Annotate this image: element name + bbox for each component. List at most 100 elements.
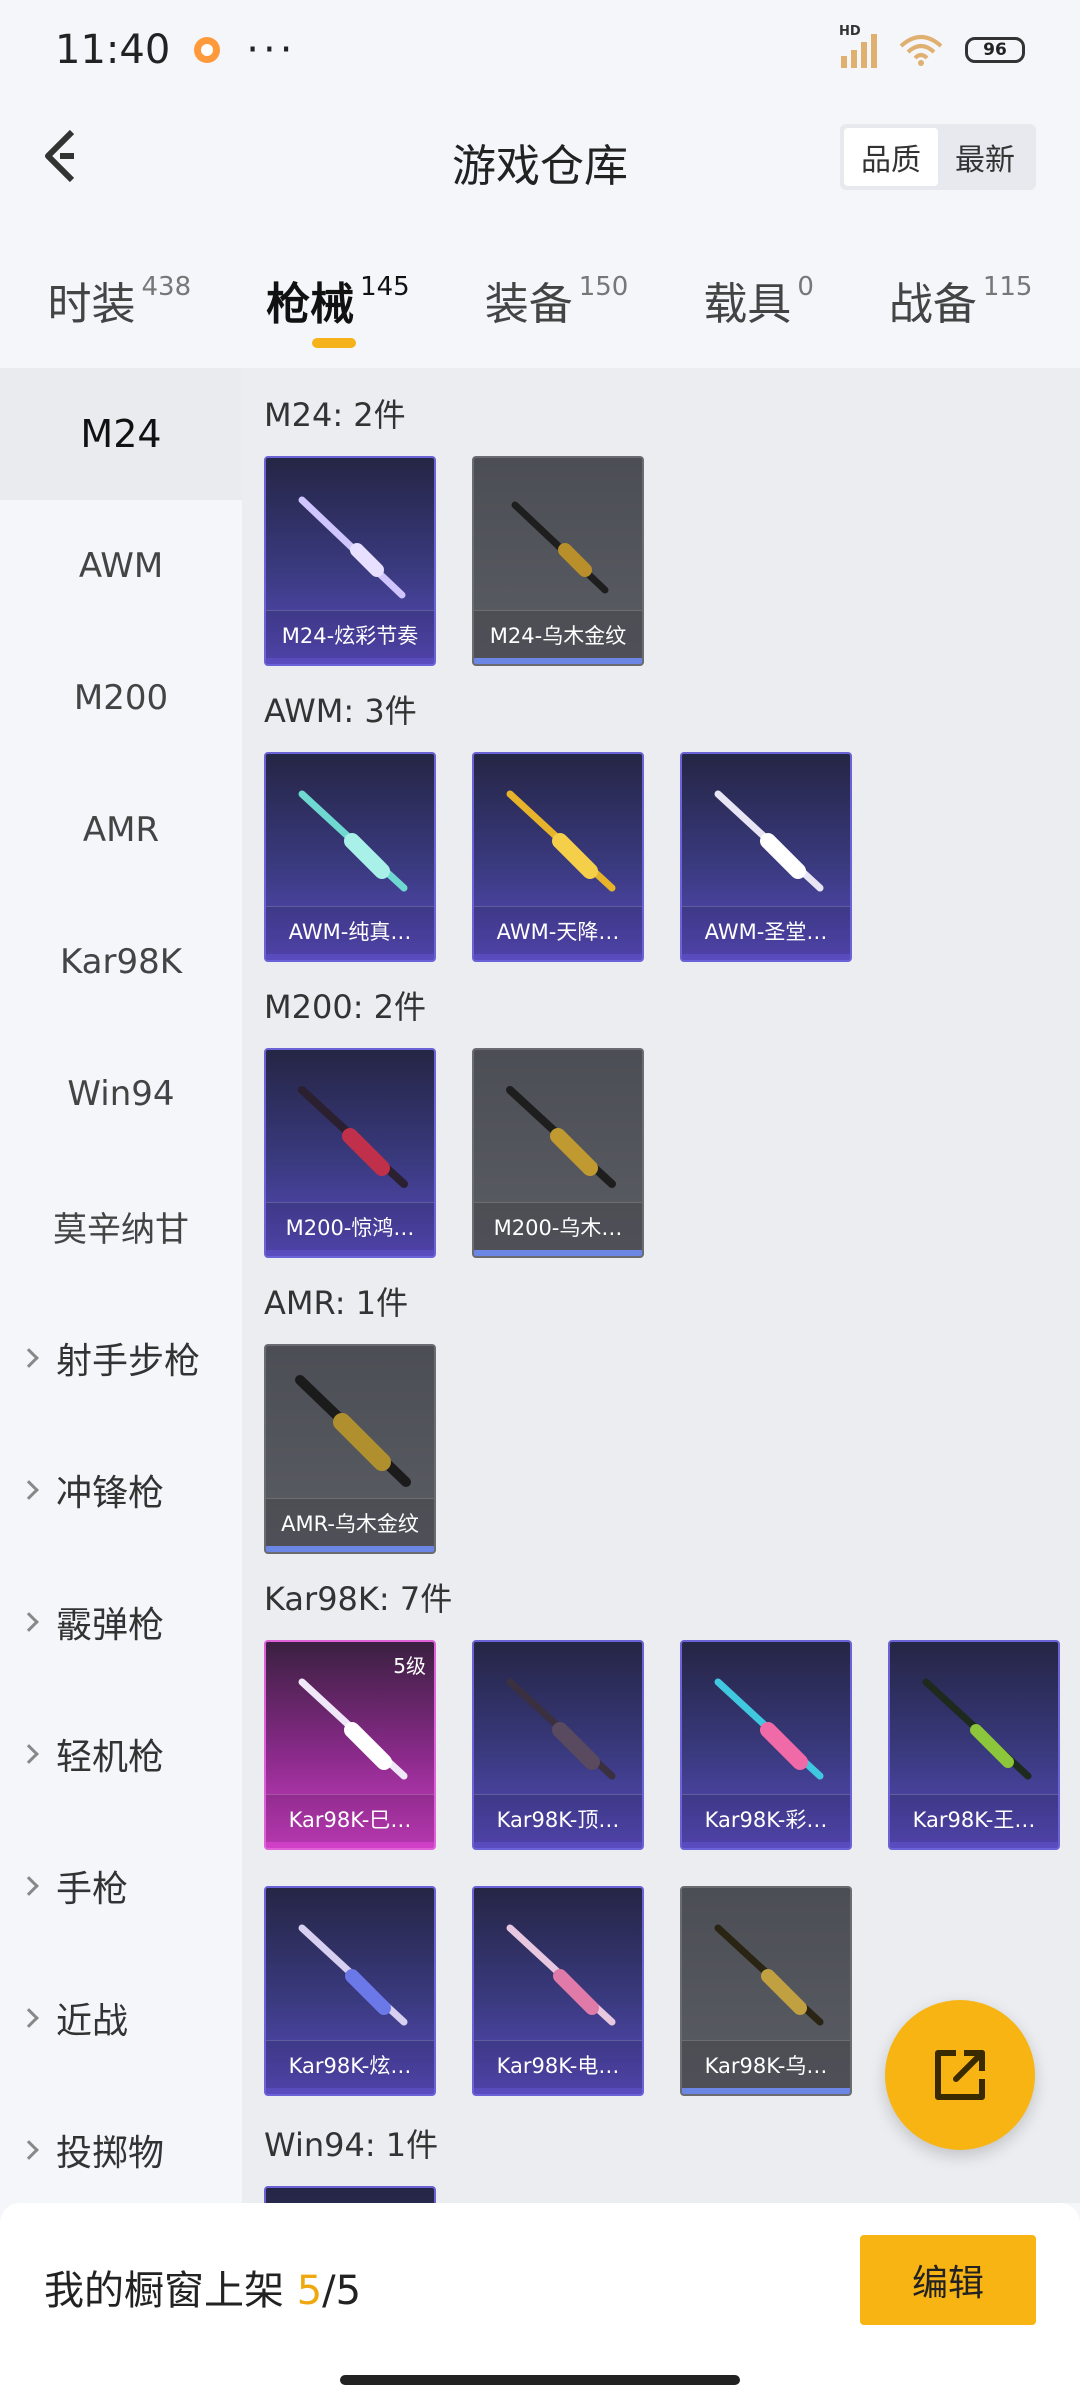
sort-toggle: 品质 最新 bbox=[840, 124, 1036, 190]
sidebar-item-kar98k[interactable]: Kar98K bbox=[0, 896, 242, 1028]
rifle-icon bbox=[506, 1086, 616, 1188]
tab-count: 0 bbox=[797, 272, 814, 302]
tab-fashion[interactable]: 时装 438 bbox=[47, 240, 191, 360]
tab-count: 145 bbox=[360, 272, 410, 302]
rifle-icon bbox=[298, 1924, 408, 2026]
showcase-status: 我的橱窗上架 5/5 bbox=[44, 2258, 361, 2316]
chevron-right-icon bbox=[19, 1480, 39, 1500]
skin-card[interactable]: Kar98K-炫… bbox=[264, 1886, 436, 2096]
tab-supplies[interactable]: 战备 115 bbox=[889, 240, 1033, 360]
showcase-total: 5 bbox=[335, 2268, 362, 2314]
tab-label: 枪械 bbox=[266, 279, 355, 330]
sidebar-group-label: 手枪 bbox=[56, 1869, 129, 1910]
sidebar-group-label: 霰弹枪 bbox=[56, 1605, 165, 1646]
skin-name: M200-乌木… bbox=[474, 1202, 642, 1250]
rifle-icon bbox=[506, 1924, 616, 2026]
skin-card[interactable]: Kar98K-顶… bbox=[472, 1640, 644, 1850]
sidebar-item-mosin[interactable]: 莫辛纳甘 bbox=[0, 1160, 242, 1292]
rifle-icon bbox=[714, 1678, 824, 1780]
skin-card[interactable]: AMR-乌木金纹 bbox=[264, 1344, 436, 1554]
skin-card[interactable]: M24-乌木金纹 bbox=[472, 456, 644, 666]
sidebar-group-pistol[interactable]: 手枪 bbox=[0, 1820, 242, 1952]
section-title-awm: AWM: 3件 bbox=[264, 692, 417, 730]
skin-name: Kar98K-乌… bbox=[682, 2040, 850, 2088]
edit-button[interactable]: 编辑 bbox=[860, 2235, 1036, 2325]
tab-firearms[interactable]: 枪械 145 bbox=[266, 240, 410, 360]
skin-card[interactable]: AWM-纯真… bbox=[264, 752, 436, 962]
rifle-icon bbox=[298, 1678, 408, 1780]
skin-card[interactable]: M24-炫彩节奏 bbox=[264, 456, 436, 666]
rifle-icon bbox=[714, 1924, 824, 2026]
rifle-icon bbox=[506, 1678, 616, 1780]
skin-card[interactable]: Kar98K-彩… bbox=[680, 1640, 852, 1850]
sidebar-group-dmr[interactable]: 射手步枪 bbox=[0, 1292, 242, 1424]
chevron-right-icon bbox=[19, 1348, 39, 1368]
sidebar-group-smg[interactable]: 冲锋枪 bbox=[0, 1424, 242, 1556]
tab-equipment[interactable]: 装备 150 bbox=[485, 240, 629, 360]
network-type: HD bbox=[839, 24, 861, 39]
tab-label: 时装 bbox=[47, 279, 136, 330]
skin-name: M200-惊鸿… bbox=[266, 1202, 434, 1250]
skin-card[interactable]: Kar98K-乌… bbox=[680, 1886, 852, 2096]
sidebar-item-m200[interactable]: M200 bbox=[0, 632, 242, 764]
sidebar-item-amr[interactable]: AMR bbox=[0, 764, 242, 896]
sidebar-item-awm[interactable]: AWM bbox=[0, 500, 242, 632]
skin-card[interactable] bbox=[264, 2186, 436, 2203]
skin-name: AWM-圣堂… bbox=[682, 906, 850, 954]
rifle-icon bbox=[922, 1678, 1032, 1780]
battery-icon: 96 bbox=[965, 37, 1025, 63]
tab-label: 载具 bbox=[703, 279, 792, 330]
section-title-win94: Win94: 1件 bbox=[264, 2126, 439, 2164]
category-tabs: 时装 438 枪械 145 装备 150 载具 0 战备 115 bbox=[0, 240, 1080, 360]
sidebar-group-label: 冲锋枪 bbox=[56, 1473, 165, 1514]
sidebar-group-label: 轻机枪 bbox=[56, 1737, 165, 1778]
section-title-m200: M200: 2件 bbox=[264, 988, 427, 1026]
sidebar-group-label: 近战 bbox=[56, 2001, 129, 2042]
tab-count: 150 bbox=[578, 272, 629, 302]
status-icons: HD 96 bbox=[839, 24, 1025, 68]
weapon-sidebar: M24 AWM M200 AMR Kar98K Win94 莫辛纳甘 射手步枪 … bbox=[0, 368, 242, 2203]
sidebar-group-lmg[interactable]: 轻机枪 bbox=[0, 1688, 242, 1820]
skin-card[interactable]: Kar98K-电… bbox=[472, 1886, 644, 2096]
share-fab-button[interactable] bbox=[885, 2000, 1035, 2150]
showcase-label: 我的橱窗上架 bbox=[44, 2268, 284, 2314]
skin-card[interactable]: Kar98K-王… bbox=[888, 1640, 1060, 1850]
notification-icon bbox=[194, 37, 221, 63]
sidebar-item-win94[interactable]: Win94 bbox=[0, 1028, 242, 1160]
sidebar-item-m24[interactable]: M24 bbox=[0, 368, 242, 500]
skin-card[interactable]: M200-惊鸿… bbox=[264, 1048, 436, 1258]
skin-name: Kar98K-彩… bbox=[682, 1794, 850, 1842]
rifle-icon bbox=[298, 1086, 408, 1188]
chevron-right-icon bbox=[19, 1744, 39, 1764]
skin-name: Kar98K-炫… bbox=[266, 2040, 434, 2088]
skin-card[interactable]: AWM-圣堂… bbox=[680, 752, 852, 962]
skin-name: Kar98K-电… bbox=[474, 2040, 642, 2088]
tab-active-indicator bbox=[312, 338, 357, 348]
skin-name: M24-乌木金纹 bbox=[474, 610, 642, 658]
sidebar-group-melee[interactable]: 近战 bbox=[0, 1952, 242, 2084]
skin-card[interactable]: M200-乌木… bbox=[472, 1048, 644, 1258]
rifle-icon bbox=[506, 790, 616, 892]
rifle-icon bbox=[298, 790, 408, 892]
weapon-list: M24: 2件 M24-炫彩节奏 M24-乌木金纹 AWM: 3件 AWM-纯真… bbox=[242, 368, 1080, 2203]
sort-newest-button[interactable]: 最新 bbox=[938, 128, 1032, 186]
skin-name: Kar98K-顶… bbox=[474, 1794, 642, 1842]
skin-card[interactable]: AWM-天降… bbox=[472, 752, 644, 962]
status-bar: 11:40 ··· HD 96 bbox=[0, 0, 1080, 100]
tab-vehicles[interactable]: 载具 0 bbox=[703, 240, 814, 360]
sidebar-group-throwable[interactable]: 投掷物 bbox=[0, 2084, 242, 2203]
rifle-icon bbox=[295, 1375, 411, 1487]
sort-quality-button[interactable]: 品质 bbox=[844, 128, 938, 186]
share-external-icon bbox=[935, 2050, 985, 2100]
skin-card[interactable]: 5级 Kar98K-巳… bbox=[264, 1640, 436, 1850]
section-title-kar98k: Kar98K: 7件 bbox=[264, 1580, 453, 1618]
chevron-right-icon bbox=[19, 1612, 39, 1632]
home-indicator[interactable] bbox=[340, 2375, 740, 2385]
battery-level: 96 bbox=[983, 40, 1007, 60]
showcase-current: 5 bbox=[296, 2268, 323, 2314]
more-notifications: ··· bbox=[246, 27, 297, 73]
sidebar-group-shotgun[interactable]: 霰弹枪 bbox=[0, 1556, 242, 1688]
cellular-signal-icon: HD bbox=[839, 24, 877, 68]
status-time: 11:40 bbox=[55, 27, 171, 73]
header: 游戏仓库 品质 最新 bbox=[0, 100, 1080, 215]
